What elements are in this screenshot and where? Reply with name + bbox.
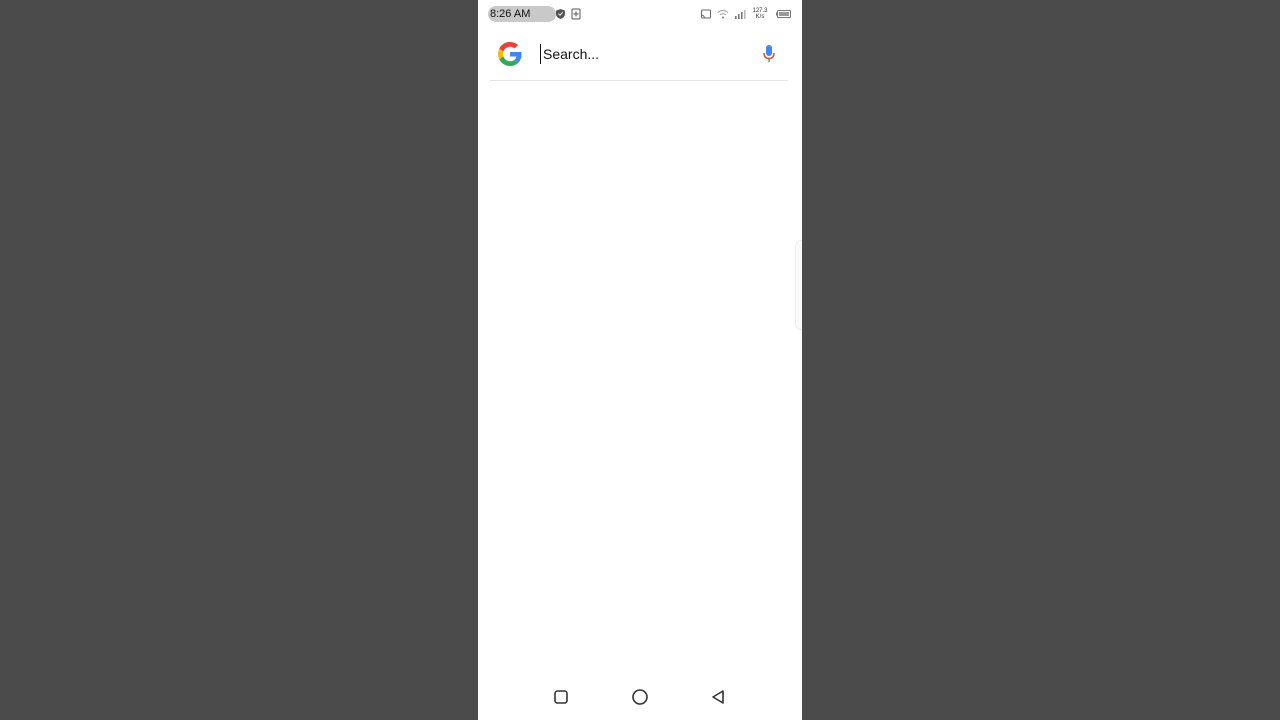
back-button[interactable] xyxy=(709,688,727,706)
navigation-bar xyxy=(478,676,802,720)
search-input[interactable] xyxy=(540,44,743,64)
plus-box-icon xyxy=(570,8,582,20)
home-button[interactable] xyxy=(631,688,649,706)
shield-icon xyxy=(554,8,566,20)
time-pill: 8:26 AM xyxy=(488,6,557,22)
edge-panel-handle[interactable] xyxy=(795,240,802,330)
battery-icon xyxy=(774,8,792,20)
signal-icon xyxy=(734,8,746,20)
status-right: 127.3 K/s xyxy=(700,5,792,23)
status-bar: 8:26 AM 127.3 K/s xyxy=(478,0,802,28)
circle-icon xyxy=(632,689,648,705)
triangle-back-icon xyxy=(712,690,724,704)
square-icon xyxy=(554,690,568,704)
recents-button[interactable] xyxy=(552,688,570,706)
mic-icon[interactable] xyxy=(762,44,776,64)
status-time: 8:26 AM xyxy=(490,8,531,20)
cast-icon xyxy=(700,8,712,20)
screen-recording-frame: 8:26 AM 127.3 K/s Search... xyxy=(0,0,1280,720)
google-search-bar[interactable] xyxy=(490,36,788,81)
google-g-logo xyxy=(498,42,522,66)
phone-screen: 8:26 AM 127.3 K/s Search... xyxy=(478,0,802,720)
network-speed-unit: K/s xyxy=(755,14,765,20)
network-speed: 127.3 K/s xyxy=(751,8,769,20)
wifi-icon xyxy=(717,8,729,20)
status-left: 8:26 AM xyxy=(488,6,582,22)
